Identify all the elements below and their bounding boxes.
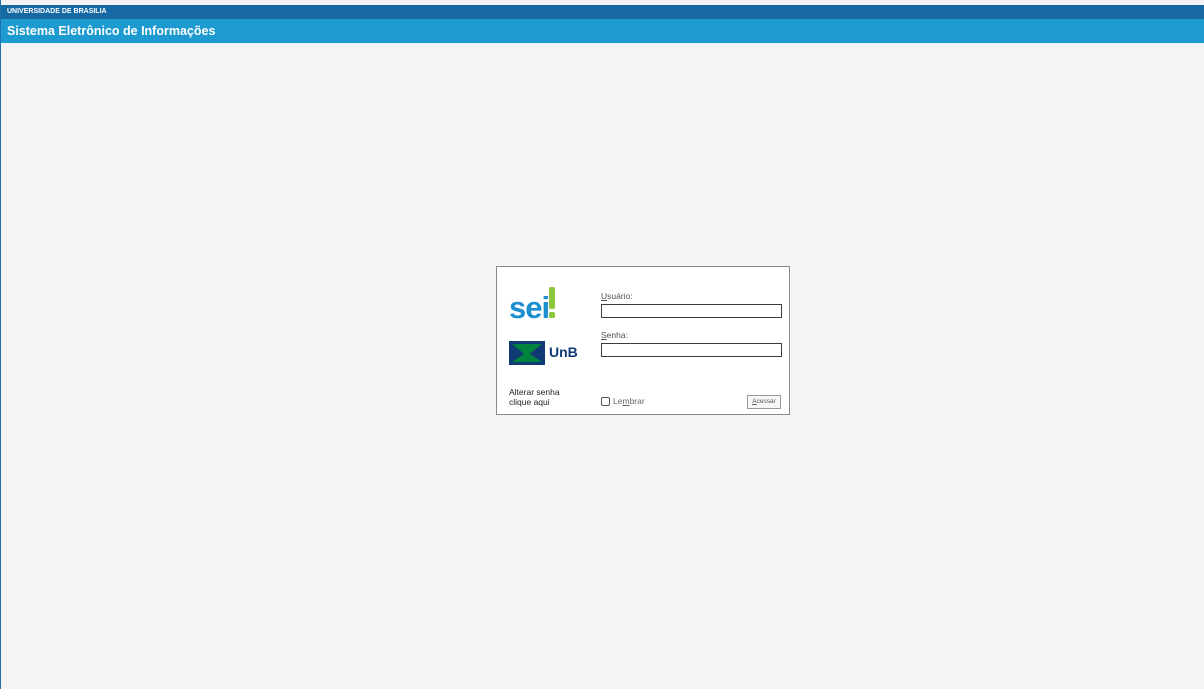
system-title: Sistema Eletrônico de Informações [7, 24, 216, 38]
username-input[interactable] [601, 304, 782, 318]
change-password-link[interactable]: Alterar senha clique aqui [509, 387, 560, 407]
unb-logo-text: UnB [549, 344, 578, 360]
remember-checkbox[interactable] [601, 396, 610, 406]
unb-logo: UnB [509, 341, 581, 365]
sei-logo-text: sei [509, 290, 549, 325]
login-page: UNIVERSIDADE DE BRASILIA Sistema Eletrôn… [0, 0, 1204, 689]
sei-logo: sei [509, 287, 555, 325]
unb-emblem-icon [509, 341, 545, 365]
remember-checkbox-group[interactable]: Lembrar [601, 395, 645, 407]
sei-logo-exclamation-bar [549, 287, 555, 309]
login-box: sei UnB Usuário: Senha: Alterar senha cl… [496, 266, 790, 415]
app-header: UNIVERSIDADE DE BRASILIA Sistema Eletrôn… [1, 5, 1204, 43]
password-label: Senha: [601, 330, 628, 340]
remember-label: Lembrar [613, 396, 645, 406]
sei-logo-exclamation-dot [549, 312, 555, 318]
username-label: Usuário: [601, 291, 633, 301]
access-button[interactable]: Acessar [747, 395, 781, 409]
institution-name: UNIVERSIDADE DE BRASILIA [1, 5, 1204, 19]
password-input[interactable] [601, 343, 782, 357]
